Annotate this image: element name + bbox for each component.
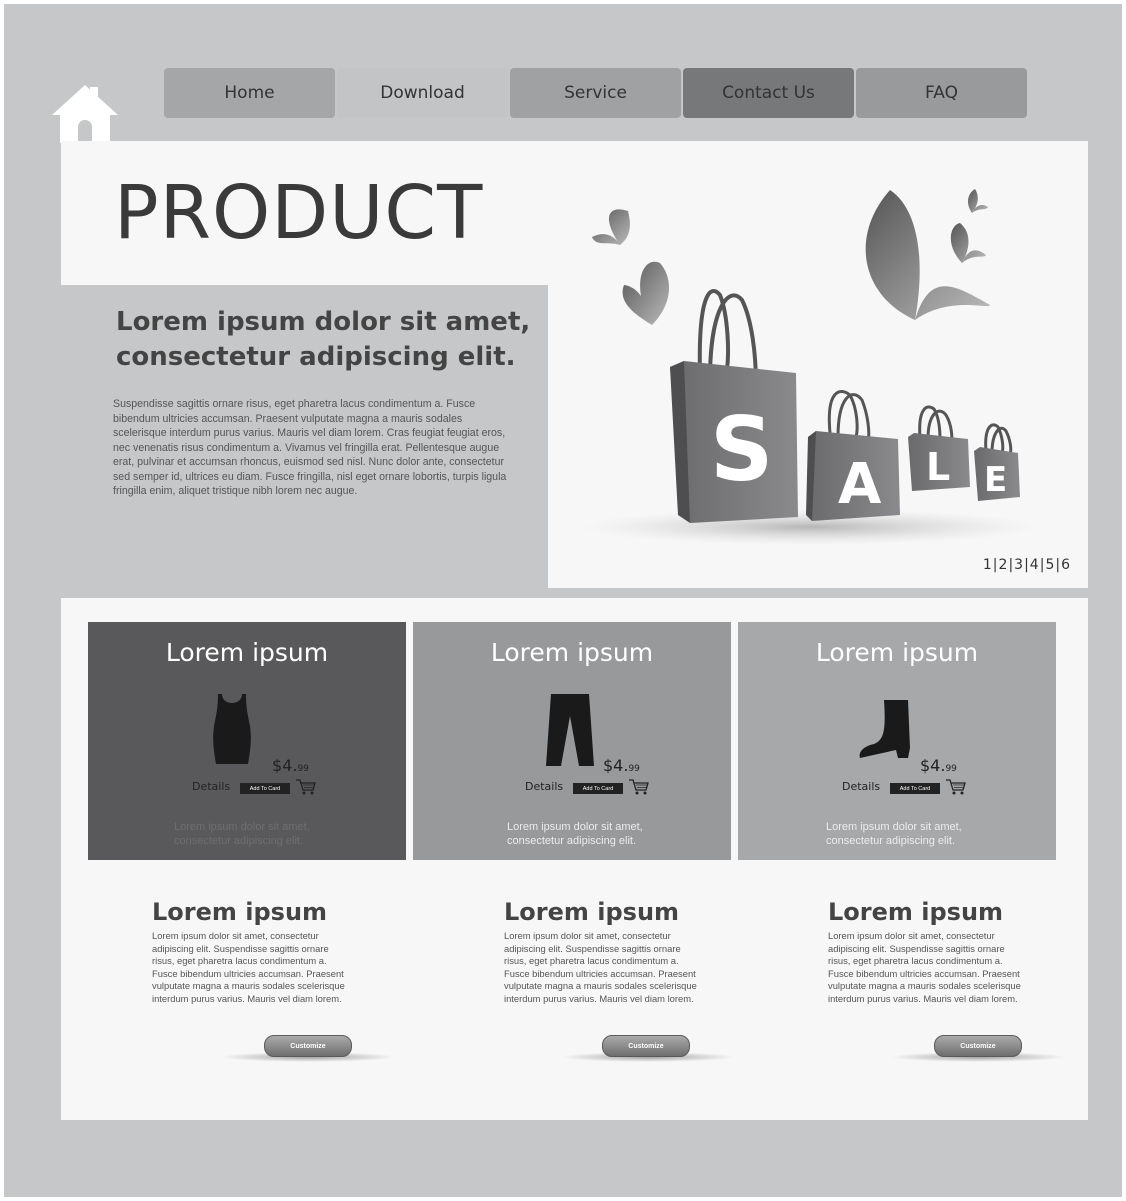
pager-separator: | bbox=[992, 557, 998, 573]
product-card-tank-top[interactable]: Lorem ipsum $4.99 Details Add To Card Lo… bbox=[88, 622, 406, 860]
home-icon[interactable] bbox=[52, 83, 118, 143]
main-nav: Home Download Service Contact Us FAQ bbox=[164, 68, 1027, 118]
page-title: PRODUCT bbox=[114, 170, 484, 256]
svg-text:A: A bbox=[838, 452, 882, 517]
details-link[interactable]: Details bbox=[842, 780, 880, 793]
add-to-cart-button[interactable]: Add To Card bbox=[890, 783, 940, 794]
product-card-trousers[interactable]: Lorem ipsum $4.99 Details Add To Card Lo… bbox=[413, 622, 731, 860]
sale-bag-e: E bbox=[974, 423, 1020, 501]
pager-page-3[interactable]: 3 bbox=[1014, 557, 1023, 573]
pager-separator: | bbox=[1039, 557, 1045, 573]
sale-bag-l: L bbox=[908, 405, 970, 491]
svg-text:L: L bbox=[926, 445, 950, 489]
sale-banner-image: S A L E bbox=[580, 189, 1040, 545]
pager-separator: | bbox=[1008, 557, 1014, 573]
shopping-cart-icon[interactable] bbox=[946, 779, 966, 795]
sale-bag-a: A bbox=[806, 390, 900, 521]
column-body: Lorem ipsum dolor sit amet, consectetur … bbox=[152, 930, 345, 1004]
customize-button[interactable]: Customize bbox=[934, 1035, 1022, 1057]
pager-page-1[interactable]: 1 bbox=[983, 557, 992, 573]
hero-heading: Lorem ipsum dolor sit amet, consectetur … bbox=[116, 307, 531, 372]
pager-page-6[interactable]: 6 bbox=[1061, 557, 1070, 573]
pager-separator: | bbox=[1024, 557, 1029, 573]
product-title: Lorem ipsum bbox=[490, 638, 654, 667]
info-column-3: Lorem ipsum Lorem ipsum dolor sit amet, … bbox=[828, 898, 1028, 1006]
nav-faq[interactable]: FAQ bbox=[856, 68, 1027, 118]
boot-icon bbox=[859, 700, 910, 758]
product-title: Lorem ipsum bbox=[165, 638, 329, 667]
column-body: Lorem ipsum dolor sit amet, consectetur … bbox=[504, 930, 697, 1004]
hero-body-text: Suspendisse sagittis ornare risus, eget … bbox=[113, 398, 507, 497]
nav-home[interactable]: Home bbox=[164, 68, 335, 118]
customize-button[interactable]: Customize bbox=[264, 1035, 352, 1057]
svg-text:S: S bbox=[710, 398, 773, 501]
pager-page-2[interactable]: 2 bbox=[999, 557, 1008, 573]
column-title: Lorem ipsum bbox=[152, 898, 328, 926]
details-link[interactable]: Details bbox=[525, 780, 563, 793]
pager-page-4[interactable]: 4 bbox=[1030, 557, 1039, 573]
product-price: $4.99 bbox=[920, 756, 957, 775]
add-to-cart-button[interactable]: Add To Card bbox=[240, 783, 290, 794]
nav-contact-us[interactable]: Contact Us bbox=[683, 68, 854, 118]
sale-bag-s: S bbox=[670, 289, 798, 523]
trousers-icon bbox=[546, 694, 594, 766]
butterfly-icon-5 bbox=[968, 189, 988, 213]
product-card-boot[interactable]: Lorem ipsum $4.99 Details Add To Card Lo… bbox=[738, 622, 1056, 860]
svg-text:E: E bbox=[984, 460, 1007, 500]
info-column-1: Lorem ipsum Lorem ipsum dolor sit amet, … bbox=[152, 898, 352, 1006]
tank-top-icon bbox=[213, 694, 251, 764]
info-column-2: Lorem ipsum Lorem ipsum dolor sit amet, … bbox=[504, 898, 704, 1006]
column-title: Lorem ipsum bbox=[828, 898, 1004, 926]
add-to-cart-button[interactable]: Add To Card bbox=[573, 783, 623, 794]
column-body: Lorem ipsum dolor sit amet, consectetur … bbox=[828, 930, 1021, 1004]
shopping-cart-icon[interactable] bbox=[629, 779, 649, 795]
pager-page-5[interactable]: 5 bbox=[1045, 557, 1054, 573]
butterfly-icon-4 bbox=[950, 223, 986, 263]
butterfly-icon-2 bbox=[622, 261, 670, 325]
product-description: Lorem ipsum dolor sit amet, consectetur … bbox=[507, 821, 643, 847]
product-title: Lorem ipsum bbox=[815, 638, 979, 667]
customize-button[interactable]: Customize bbox=[602, 1035, 690, 1057]
product-description: Lorem ipsum dolor sit amet, consectetur … bbox=[826, 821, 962, 847]
pager-separator: | bbox=[1055, 557, 1061, 573]
nav-service[interactable]: Service bbox=[510, 68, 681, 118]
product-description: Lorem ipsum dolor sit amet, consectetur … bbox=[174, 821, 310, 847]
slide-pager: 1 | 2 | 3 | 4 | 5 | 6 bbox=[983, 557, 1070, 573]
shopping-cart-icon[interactable] bbox=[296, 779, 316, 795]
butterfly-icon-1 bbox=[592, 209, 630, 245]
details-link[interactable]: Details bbox=[192, 780, 230, 793]
product-price: $4.99 bbox=[272, 756, 309, 775]
nav-download[interactable]: Download bbox=[337, 68, 508, 118]
column-title: Lorem ipsum bbox=[504, 898, 680, 926]
product-price: $4.99 bbox=[603, 756, 640, 775]
